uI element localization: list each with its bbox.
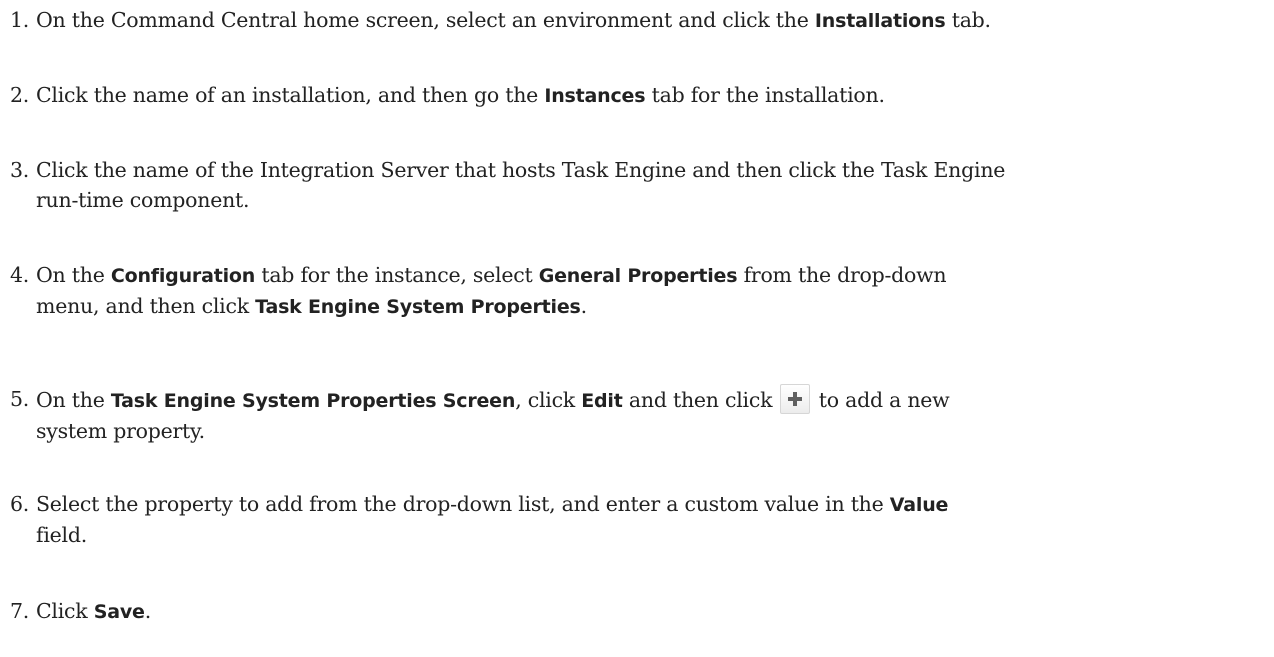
ui-term-task-engine-system-properties: Task Engine System Properties: [255, 296, 581, 318]
step-5: 5. On the Task Engine System Properties …: [10, 384, 1270, 446]
step-number: 3.: [10, 158, 30, 182]
step-2: 2. Click the name of an installation, an…: [10, 80, 1270, 111]
step-6: 6. Select the property to add from the d…: [10, 489, 1270, 550]
step-text: Click Save.: [36, 599, 151, 623]
ui-term-value: Value: [889, 494, 949, 516]
step-text: Click the name of an installation, and t…: [36, 83, 885, 107]
step-text: On the Command Central home screen, sele…: [36, 8, 991, 32]
ui-term-installations: Installations: [814, 10, 946, 32]
plus-icon: [779, 384, 810, 414]
ui-term-general-properties: General Properties: [538, 265, 738, 287]
step-number: 1.: [10, 8, 30, 32]
ui-term-edit: Edit: [581, 390, 623, 412]
ui-term-task-engine-system-properties-screen: Task Engine System Properties Screen: [110, 390, 516, 412]
document-page: { "steps": [ { "number": "1.", "parts": …: [0, 0, 1274, 657]
step-text: Select the property to add from the drop…: [36, 492, 949, 547]
step-text: Click the name of the Integration Server…: [36, 158, 1006, 212]
step-4: 4. On the Configuration tab for the inst…: [10, 260, 1270, 322]
ui-term-save: Save: [93, 601, 145, 623]
step-number: 5.: [10, 387, 30, 411]
step-1: 1. On the Command Central home screen, s…: [10, 5, 1270, 36]
ui-term-configuration: Configuration: [110, 265, 256, 287]
step-number: 7.: [10, 599, 30, 623]
step-text: On the Configuration tab for the instanc…: [36, 263, 947, 318]
step-number: 4.: [10, 263, 30, 287]
step-text: On the Task Engine System Properties Scr…: [36, 384, 1270, 446]
step-number: 6.: [10, 492, 30, 516]
ui-term-instances: Instances: [544, 85, 646, 107]
step-7: 7. Click Save.: [10, 596, 1270, 627]
step-number: 2.: [10, 83, 30, 107]
step-3: 3. Click the name of the Integration Ser…: [10, 155, 1270, 215]
